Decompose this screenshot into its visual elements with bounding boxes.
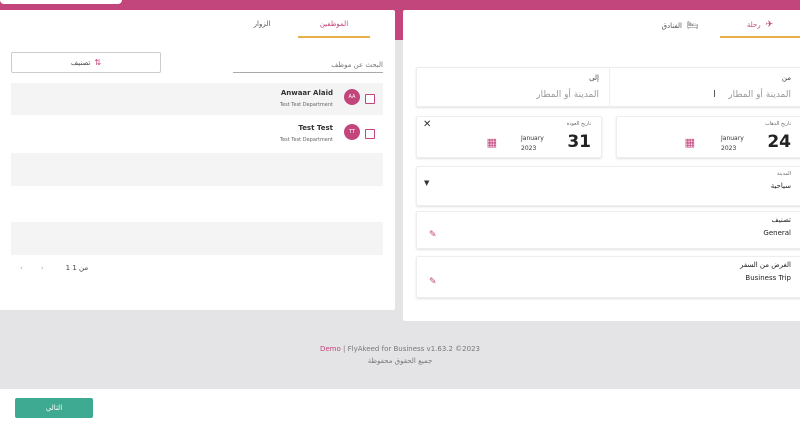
tab-flight[interactable]: رحلة ✈ (720, 14, 800, 38)
footer-brand-link[interactable]: Demo (320, 345, 341, 353)
bed-icon: 🛏 (686, 21, 699, 31)
chevron-right-icon[interactable]: › (41, 264, 44, 272)
bottom-action-bar: التالي (0, 389, 800, 424)
sort-button-label: تصنيف (70, 58, 91, 67)
employee-name: Anwaar Alaid (280, 89, 333, 97)
employees-panel: الزوار الموظفين تصنيف ⇅ AA Anwaar Alaid … (0, 10, 395, 310)
return-date-field[interactable]: ✕ تاريخ العودة 31 January 2023 ▦ (416, 116, 602, 158)
trip-purpose-label: المدينة (776, 171, 791, 177)
trip-purpose-select[interactable]: المدينة سياحية ▼ (416, 166, 800, 206)
footer-version-text: | FlyAkeed for Business v1.63.2 ©2023 (343, 345, 480, 353)
close-icon[interactable]: ✕ (423, 119, 431, 130)
employee-search-input[interactable] (233, 58, 383, 73)
page-indicator: 1 من 1 (65, 264, 89, 272)
return-date-label: تاريخ العودة (566, 121, 591, 127)
pencil-icon[interactable]: ✎ (429, 277, 437, 287)
employee-department: Test Test Department (279, 102, 333, 108)
header-tab-stub (0, 0, 122, 4)
trip-purpose-value: سياحية (770, 182, 791, 190)
plane-icon: ✈ (765, 20, 774, 30)
dates-row: تاريخ الذهاب 24 January 2023 ▦ ✕ تاريخ ا… (416, 116, 800, 158)
empty-list-row (11, 222, 383, 255)
route-card: من المدينة أو المطار I إلى المدينة أو ال… (416, 67, 800, 108)
origin-field[interactable]: من المدينة أو المطار I (608, 68, 800, 108)
travel-reason-value: Business Trip (745, 274, 791, 282)
trip-tabs: الفنادق 🛏 رحلة ✈ (640, 14, 800, 38)
tab-employees[interactable]: الموظفين (298, 14, 370, 38)
departure-month: January (721, 135, 744, 142)
departure-date-field[interactable]: تاريخ الذهاب 24 January 2023 ▦ (616, 116, 800, 158)
calendar-icon: ▦ (486, 136, 497, 149)
employee-checkbox[interactable] (365, 129, 375, 139)
pagination: ‹ › 1 من 1 (20, 264, 88, 272)
employee-checkbox[interactable] (365, 94, 375, 104)
departure-year: 2023 (721, 145, 737, 152)
employee-row[interactable]: AA Anwaar Alaid Test Test Department (11, 83, 383, 115)
return-day: 31 (567, 132, 591, 152)
filter-sort-icon: ⇅ (94, 58, 102, 67)
classification-field[interactable]: تصنيف General ✎ (416, 211, 800, 249)
travel-reason-label: الغرض من السفر (739, 261, 791, 269)
tab-hotels-label: الفنادق (661, 22, 682, 30)
origin-label: من (781, 74, 791, 82)
footer-rights: جميع الحقوق محفوظة (367, 357, 433, 365)
employee-name: Test Test (298, 124, 333, 132)
empty-list-row (11, 153, 383, 186)
avatar: TT (344, 124, 360, 140)
departure-day: 24 (767, 132, 791, 152)
classification-label: تصنيف (771, 216, 792, 224)
return-month: January (521, 135, 544, 142)
departure-date-label: تاريخ الذهاب (765, 121, 791, 127)
sort-button[interactable]: تصنيف ⇅ (11, 52, 161, 73)
trip-panel: الفنادق 🛏 رحلة ✈ من المدينة أو المطار I … (403, 10, 800, 321)
employees-tabs: الزوار الموظفين (226, 14, 370, 38)
travel-reason-field[interactable]: الغرض من السفر Business Trip ✎ (416, 256, 800, 298)
footer-version: Demo | FlyAkeed for Business v1.63.2 ©20… (0, 345, 800, 353)
employee-department: Test Test Department (279, 137, 333, 143)
destination-label: إلى (589, 74, 599, 82)
tab-flight-label: رحلة (746, 21, 761, 29)
text-cursor-icon: I (713, 89, 716, 100)
tab-hotels[interactable]: الفنادق 🛏 (640, 14, 720, 38)
tab-visitors[interactable]: الزوار (226, 14, 298, 38)
destination-placeholder: المدينة أو المطار (536, 90, 599, 100)
pencil-icon[interactable]: ✎ (429, 230, 437, 240)
origin-placeholder: المدينة أو المطار (728, 90, 791, 100)
chevron-left-icon[interactable]: ‹ (20, 264, 23, 272)
classification-value: General (763, 229, 791, 237)
destination-field[interactable]: إلى المدينة أو المطار (417, 68, 610, 108)
caret-down-icon: ▼ (424, 179, 430, 187)
return-year: 2023 (521, 145, 537, 152)
employee-row[interactable]: TT Test Test Test Test Department (11, 118, 383, 150)
avatar: AA (344, 89, 360, 105)
next-button[interactable]: التالي (15, 398, 93, 418)
calendar-icon: ▦ (684, 136, 695, 149)
